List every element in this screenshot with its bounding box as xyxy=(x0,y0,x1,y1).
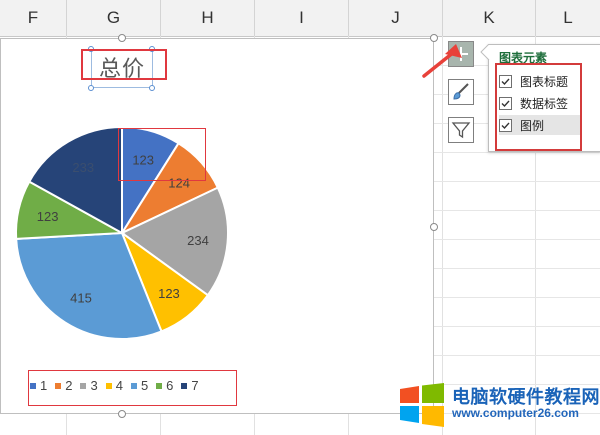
panel-pointer xyxy=(480,44,490,60)
chart-filters-button[interactable] xyxy=(448,117,474,143)
windows-logo xyxy=(400,383,444,427)
paintbrush-icon xyxy=(453,83,469,100)
options-highlight-box xyxy=(495,63,582,151)
filter-icon xyxy=(451,122,471,139)
data-label-3[interactable]: 234 xyxy=(187,233,209,248)
chart-styles-button[interactable] xyxy=(448,79,474,105)
legend-highlight-box xyxy=(28,370,237,406)
arrow-annotation xyxy=(422,44,462,78)
watermark-url: www.computer26.com xyxy=(452,406,579,420)
data-label-6[interactable]: 123 xyxy=(37,209,59,224)
data-label-highlight-box xyxy=(118,128,206,181)
data-label-5[interactable]: 415 xyxy=(70,290,92,305)
data-label-7[interactable]: 233 xyxy=(72,160,94,175)
data-label-4[interactable]: 123 xyxy=(158,286,180,301)
